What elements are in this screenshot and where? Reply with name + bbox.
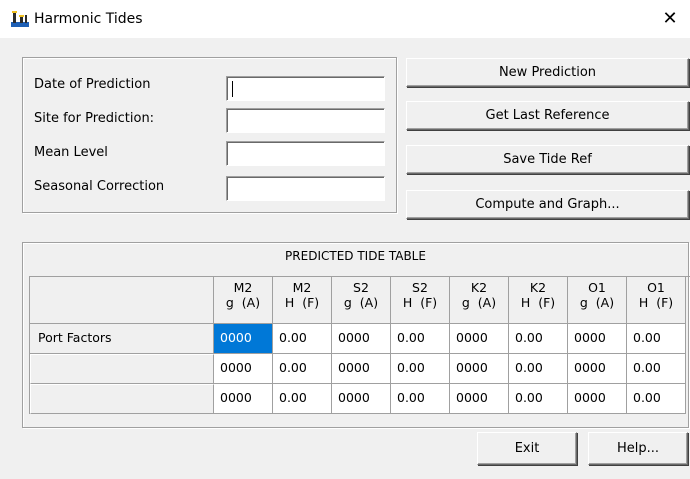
- table-cell[interactable]: 0000: [332, 384, 391, 414]
- column-header: O1 g (A): [568, 277, 627, 324]
- table-cell[interactable]: 0000: [214, 324, 273, 354]
- site-for-prediction-input[interactable]: [226, 108, 385, 133]
- table-cell[interactable]: 0.00: [509, 384, 568, 414]
- table-cell[interactable]: 0000: [568, 324, 627, 354]
- text-caret: [232, 81, 233, 97]
- table-cell[interactable]: 0.00: [627, 354, 686, 384]
- column-header-constituent: K2: [529, 280, 547, 295]
- column-header: K2 g (A): [450, 277, 509, 324]
- column-header: S2 H (F): [391, 277, 450, 324]
- column-header: M2 g (A): [214, 277, 273, 324]
- harmonic-tides-window: Harmonic Tides ✕ Date of Prediction Site…: [0, 0, 690, 479]
- column-header-constituent: O1: [588, 280, 606, 295]
- table-cell[interactable]: 0000: [450, 324, 509, 354]
- table-cell[interactable]: 0.00: [391, 384, 450, 414]
- table-cell[interactable]: 0000: [568, 384, 627, 414]
- seasonal-correction-input[interactable]: [226, 176, 385, 201]
- date-of-prediction-label: Date of Prediction: [34, 77, 151, 92]
- close-button[interactable]: ✕: [650, 0, 690, 38]
- column-header-unit: g (A): [225, 295, 261, 310]
- seasonal-correction-label: Seasonal Correction: [34, 179, 165, 194]
- mean-level-input[interactable]: [226, 141, 385, 166]
- column-header-unit: H (F): [520, 295, 556, 310]
- table-cell[interactable]: 0.00: [391, 324, 450, 354]
- table-cell[interactable]: 0000: [450, 384, 509, 414]
- column-header: S2 g (A): [332, 277, 391, 324]
- table-title: PREDICTED TIDE TABLE: [285, 249, 426, 263]
- table-cell[interactable]: 0.00: [273, 324, 332, 354]
- row-header[interactable]: [30, 384, 214, 414]
- table-cell[interactable]: 0.00: [391, 354, 450, 384]
- get-last-reference-button[interactable]: Get Last Reference: [406, 101, 689, 130]
- mean-level-label: Mean Level: [34, 145, 108, 160]
- table-cell[interactable]: 0000: [332, 324, 391, 354]
- table-cell[interactable]: 0.00: [273, 354, 332, 384]
- table-corner-header: [30, 277, 214, 324]
- title-bar: Harmonic Tides ✕: [0, 0, 690, 38]
- column-header-constituent: S2: [412, 280, 428, 295]
- row-header[interactable]: [30, 354, 214, 384]
- date-of-prediction-input[interactable]: [226, 76, 385, 101]
- help-button[interactable]: Help...: [588, 432, 688, 465]
- table-cell[interactable]: 0.00: [273, 384, 332, 414]
- column-header-unit: g (A): [461, 295, 497, 310]
- column-header-constituent: O1: [647, 280, 665, 295]
- column-header-constituent: M2: [292, 280, 312, 295]
- table-cell[interactable]: 0000: [568, 354, 627, 384]
- table-cell[interactable]: 0000: [332, 354, 391, 384]
- table-cell[interactable]: 0.00: [509, 354, 568, 384]
- column-header-unit: H (F): [402, 295, 438, 310]
- window-title: Harmonic Tides: [34, 11, 143, 27]
- column-header-constituent: K2: [470, 280, 488, 295]
- column-header: O1 H (F): [627, 277, 686, 324]
- app-icon: [11, 11, 29, 27]
- column-header-unit: g (A): [343, 295, 379, 310]
- column-header: K2 H (F): [509, 277, 568, 324]
- table-cell[interactable]: 0000: [450, 354, 509, 384]
- column-header: M2 H (F): [273, 277, 332, 324]
- row-header[interactable]: Port Factors: [30, 324, 214, 354]
- column-header-unit: H (F): [638, 295, 674, 310]
- new-prediction-button[interactable]: New Prediction: [406, 58, 689, 87]
- column-header-unit: g (A): [579, 295, 615, 310]
- column-header-constituent: M2: [233, 280, 253, 295]
- save-tide-ref-button[interactable]: Save Tide Ref: [406, 145, 689, 174]
- column-header-constituent: S2: [353, 280, 369, 295]
- site-for-prediction-label: Site for Prediction:: [34, 111, 155, 126]
- table-cell[interactable]: 0.00: [627, 324, 686, 354]
- table-cell[interactable]: 0.00: [627, 384, 686, 414]
- table-cell[interactable]: 0000: [214, 384, 273, 414]
- table-cell[interactable]: 0.00: [509, 324, 568, 354]
- table-cell[interactable]: 0000: [214, 354, 273, 384]
- tide-table: M2 g (A) M2 H (F) S2 g (A) S2 H (F) K2 g (A) K2 H (…: [29, 276, 690, 414]
- exit-button[interactable]: Exit: [477, 432, 577, 465]
- column-header-unit: H (F): [284, 295, 320, 310]
- compute-and-graph-button[interactable]: Compute and Graph...: [406, 190, 689, 219]
- close-icon: ✕: [662, 8, 678, 29]
